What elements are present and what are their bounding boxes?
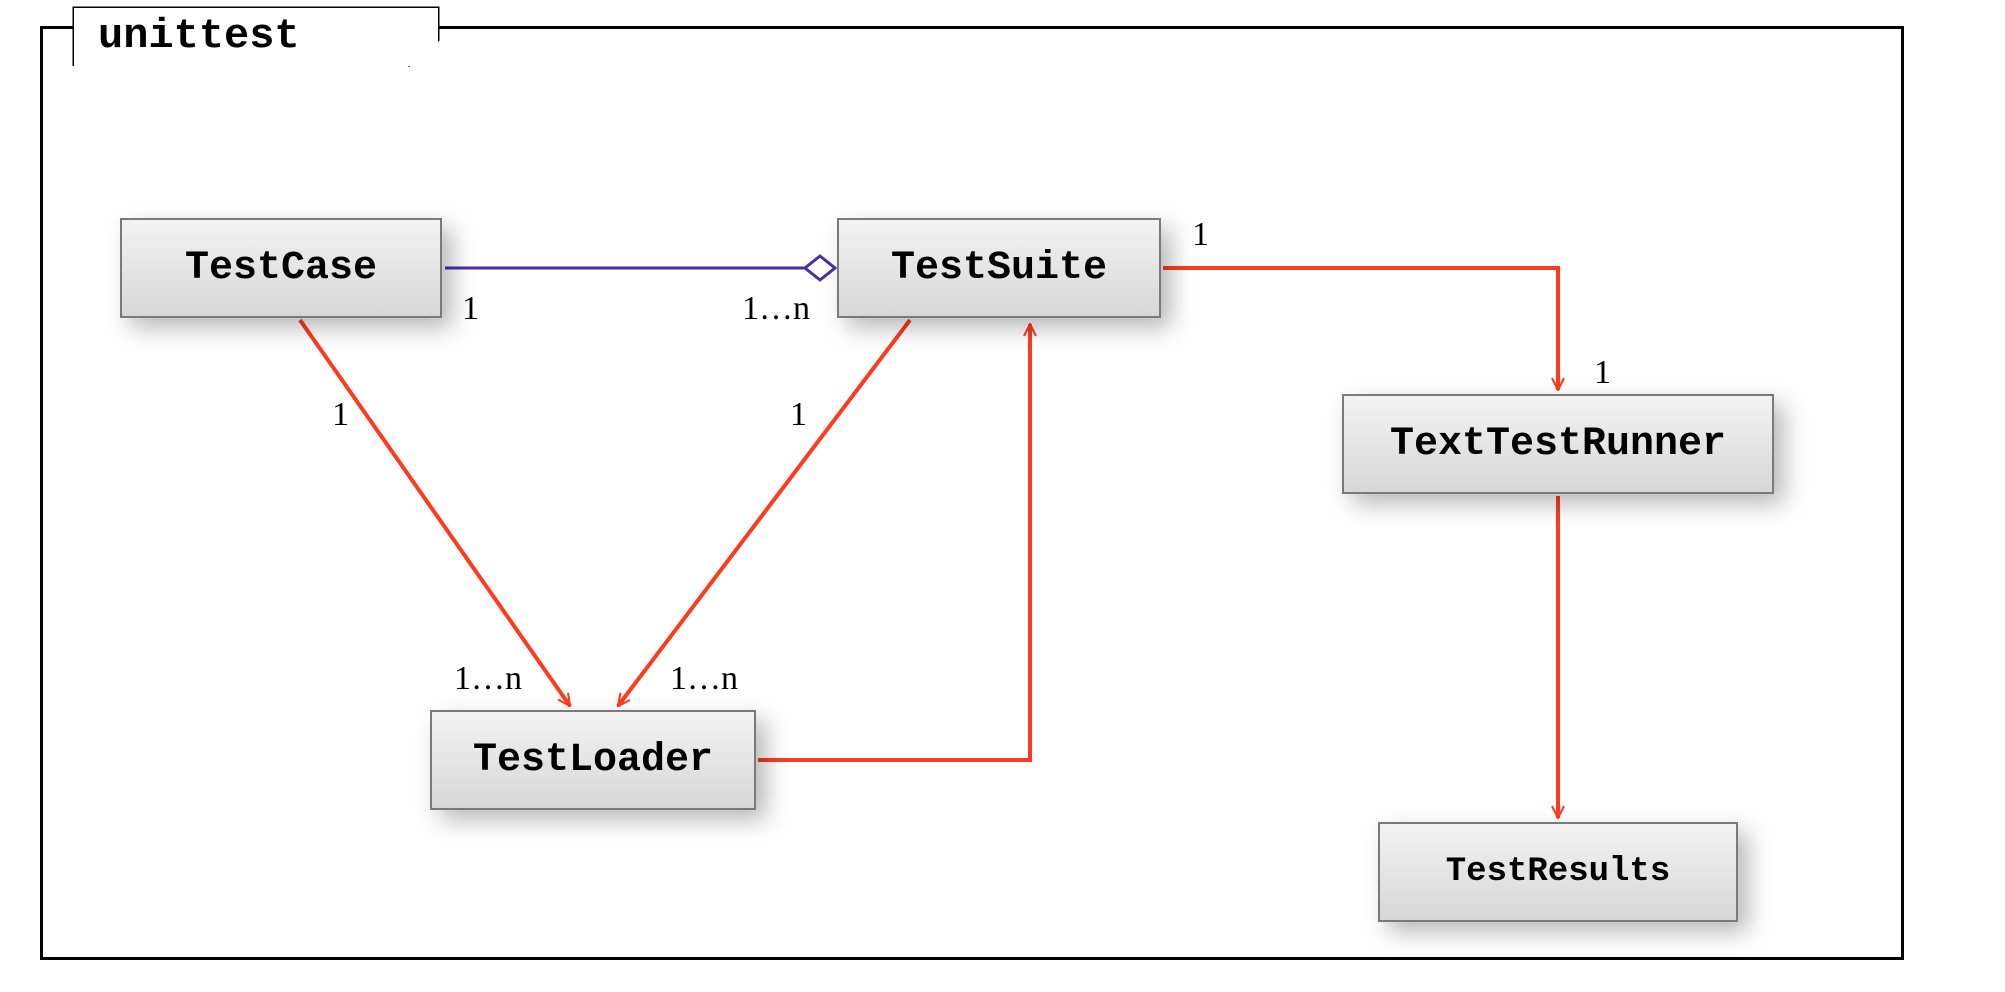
class-testloader: TestLoader: [430, 710, 756, 810]
class-texttestrunner: TextTestRunner: [1342, 394, 1774, 494]
mult-testsuite-to-runner-top: 1: [1192, 216, 1209, 254]
mult-testsuite-side: 1…n: [742, 290, 810, 328]
mult-testsuite-to-loader-top: 1: [790, 396, 807, 434]
class-texttestrunner-label: TextTestRunner: [1390, 422, 1726, 467]
mult-testcase-to-loader-bot: 1…n: [454, 660, 522, 698]
class-testcase: TestCase: [120, 218, 442, 318]
mult-testsuite-to-loader-bot: 1…n: [670, 660, 738, 698]
package-name: unittest: [98, 12, 300, 60]
class-testresults-label: TestResults: [1446, 853, 1670, 891]
class-testloader-label: TestLoader: [473, 738, 713, 783]
mult-testsuite-to-runner-bot: 1: [1594, 354, 1611, 392]
class-testsuite-label: TestSuite: [891, 246, 1107, 291]
mult-testcase-side: 1: [462, 290, 479, 328]
mult-testcase-to-loader-top: 1: [332, 396, 349, 434]
uml-canvas: unittest TestCase TestSuite TextTestRunn…: [0, 0, 2005, 992]
class-testcase-label: TestCase: [185, 246, 377, 291]
class-testresults: TestResults: [1378, 822, 1738, 922]
class-testsuite: TestSuite: [837, 218, 1161, 318]
